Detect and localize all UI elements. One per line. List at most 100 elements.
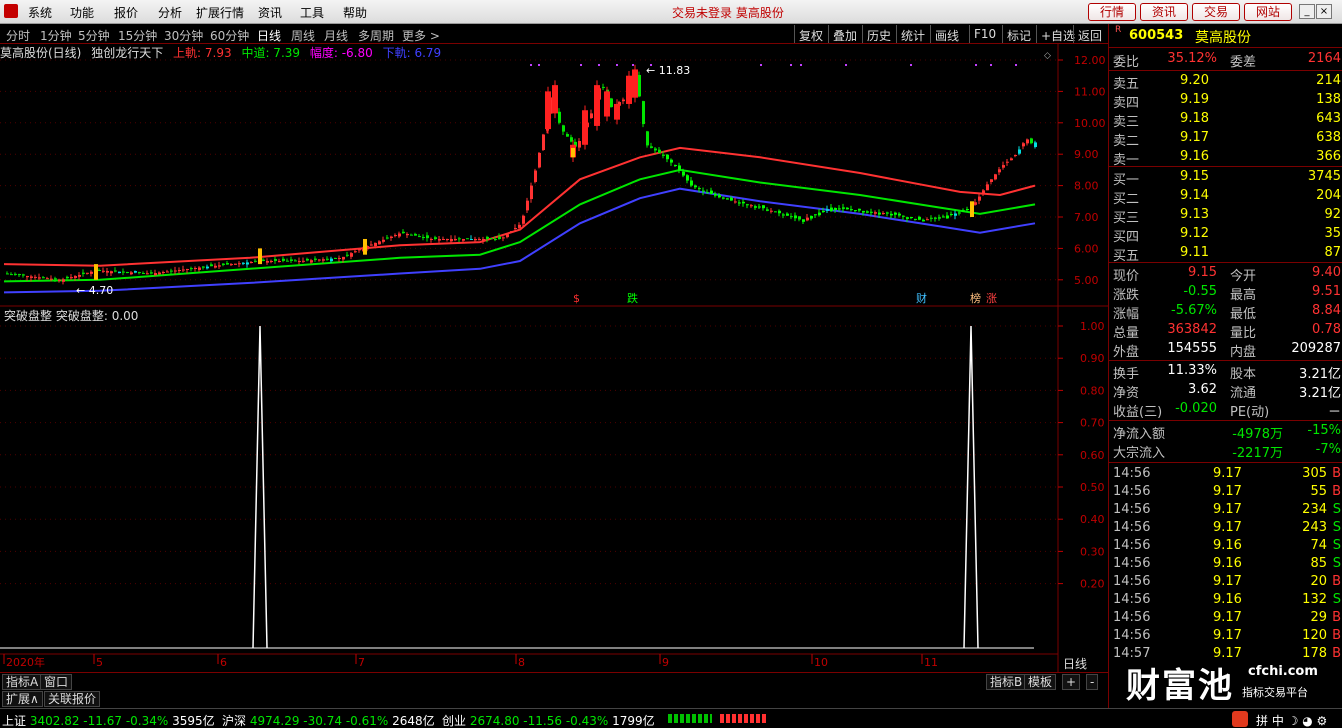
template-tab[interactable]: 模板: [1024, 674, 1057, 690]
candle-body: [914, 218, 917, 220]
stat-value: －: [1327, 405, 1341, 420]
menu-quote[interactable]: 报价: [114, 4, 138, 21]
candle-body: [150, 272, 153, 274]
index-shanghai[interactable]: 上证 3402.82 -11.67 -0.34% 3595亿: [2, 712, 215, 728]
sell-level-row[interactable]: 卖五 9.20 214: [1109, 72, 1342, 92]
level-price: 9.19: [1180, 92, 1209, 107]
stat-label: 股本: [1230, 367, 1257, 382]
tick-time: 14:56: [1113, 502, 1151, 517]
period-tab[interactable]: 30分钟: [164, 27, 203, 44]
menu-system[interactable]: 系统: [28, 4, 52, 21]
indicator-title[interactable]: 突破盘整: [4, 309, 52, 323]
candle-body: [658, 149, 661, 153]
candle-body: [98, 269, 101, 271]
candle-body: [102, 270, 105, 272]
indicator-b-tab[interactable]: 指标B: [986, 674, 1027, 690]
period-tab[interactable]: 5分钟: [78, 27, 110, 44]
tool-button[interactable]: 标记: [1002, 25, 1035, 43]
indicator-tick-label: 0.40: [1080, 513, 1105, 526]
price-tick-label: 10.00: [1074, 117, 1106, 130]
indicator-a-tab[interactable]: 指标A: [2, 674, 43, 690]
period-tab[interactable]: 分时: [6, 27, 30, 44]
minimize-icon[interactable]: _: [1299, 4, 1315, 19]
index-hushen[interactable]: 沪深 4974.29 -30.74 -0.61% 2648亿: [222, 712, 435, 728]
period-tab[interactable]: 1分钟: [40, 27, 72, 44]
tool-button[interactable]: 历史: [862, 25, 895, 43]
index-chinext[interactable]: 创业 2674.80 -11.56 -0.43% 1799亿: [442, 712, 655, 728]
menu-news[interactable]: 资讯: [258, 4, 282, 21]
tick-volume: 74: [1310, 538, 1327, 553]
menu-function[interactable]: 功能: [70, 4, 94, 21]
menu-extended[interactable]: 扩展行情: [196, 4, 244, 21]
zoom-in-button[interactable]: +: [1062, 674, 1081, 690]
news-button[interactable]: 资讯: [1140, 3, 1188, 21]
period-tab[interactable]: 多周期: [358, 27, 394, 44]
period-tab[interactable]: 60分钟: [210, 27, 249, 44]
quote-button[interactable]: 行情: [1088, 3, 1136, 21]
candle-body: [998, 169, 1001, 173]
related-quotes-tab[interactable]: 关联报价: [44, 691, 101, 707]
candle-body: [714, 193, 717, 196]
tick-price: 9.17: [1213, 610, 1242, 625]
back-button[interactable]: 返回: [1073, 25, 1106, 43]
tool-button[interactable]: 叠加: [828, 25, 861, 43]
signal-candle: [94, 264, 98, 280]
signal-dot: [845, 64, 847, 66]
candle-body: [642, 101, 645, 125]
candle-body: [118, 271, 121, 274]
tool-button[interactable]: F10: [969, 25, 1000, 43]
candle-body: [158, 272, 161, 275]
sell-level-row[interactable]: 卖四 9.19 138: [1109, 91, 1342, 111]
candle-body: [894, 212, 897, 215]
window-tab[interactable]: 窗口: [40, 674, 73, 690]
period-tab-daily[interactable]: 日线: [257, 27, 281, 44]
close-icon[interactable]: ×: [1316, 4, 1332, 19]
expand-tab[interactable]: 扩展∧: [2, 691, 43, 707]
period-tab[interactable]: 15分钟: [118, 27, 157, 44]
ime-status[interactable]: 拼 中 ☽ ◕ ⚙: [1256, 712, 1327, 728]
range-label: 幅度: -6.80: [309, 46, 373, 60]
candle-body: [934, 217, 937, 219]
candle-body: [922, 219, 925, 222]
flow-value: -4978万: [1232, 427, 1283, 442]
axis-labels: 12.00 11.00 10.00 9.00 8.00 7.00 6.00 5.00 1.00 0…: [6, 51, 1106, 669]
menu-tools[interactable]: 工具: [300, 4, 324, 21]
candle-body: [398, 233, 401, 237]
stock-name[interactable]: 莫高股份: [1195, 27, 1251, 47]
buy-level-row[interactable]: 买二 9.14 204: [1109, 187, 1342, 207]
candle-body: [206, 266, 209, 269]
stock-code[interactable]: 600543: [1129, 28, 1183, 43]
buy-level-row[interactable]: 买三 9.13 92: [1109, 206, 1342, 226]
period-more[interactable]: 更多 >: [402, 27, 440, 44]
tick-volume: 234: [1302, 502, 1327, 517]
buy-level-row[interactable]: 买四 9.12 35: [1109, 225, 1342, 245]
tool-button[interactable]: 统计: [896, 25, 929, 43]
tick-volume: 55: [1310, 484, 1327, 499]
kline-chart[interactable]: 12.00 11.00 10.00 9.00 8.00 7.00 6.00 5.00 1.00 0…: [0, 44, 1108, 672]
sell-level-row[interactable]: 卖三 9.18 643: [1109, 110, 1342, 130]
menu-analysis[interactable]: 分析: [158, 4, 182, 21]
sell-level-row[interactable]: 卖一 9.16 366: [1109, 148, 1342, 168]
buy-level-row[interactable]: 买一 9.15 3745: [1109, 168, 1342, 188]
indicator-name[interactable]: 独创龙行天下: [91, 46, 163, 60]
candle-body: [122, 271, 125, 273]
candle-body: [798, 216, 801, 220]
period-tab[interactable]: 月线: [324, 27, 348, 44]
tick-volume: 132: [1302, 592, 1327, 607]
stat-value: 9.51: [1312, 284, 1341, 299]
price-tick-label: 5.00: [1074, 274, 1099, 287]
website-button[interactable]: 网站: [1244, 3, 1292, 21]
buy-level-row[interactable]: 买五 9.11 87: [1109, 244, 1342, 264]
trade-button[interactable]: 交易: [1192, 3, 1240, 21]
event-marker: 跌: [627, 291, 638, 305]
tool-button[interactable]: 复权: [794, 25, 827, 43]
stat-value: 209287: [1291, 341, 1341, 356]
menu-help[interactable]: 帮助: [343, 4, 367, 21]
zoom-out-button[interactable]: -: [1086, 674, 1099, 690]
tool-button[interactable]: 画线: [930, 25, 963, 43]
sell-level-row[interactable]: 卖二 9.17 638: [1109, 129, 1342, 149]
period-tab[interactable]: 周线: [291, 27, 315, 44]
input-method-icon[interactable]: [1232, 711, 1248, 727]
tick-time: 14:56: [1113, 520, 1151, 535]
tick-row: 14:56 9.17 55 B: [1109, 483, 1342, 501]
